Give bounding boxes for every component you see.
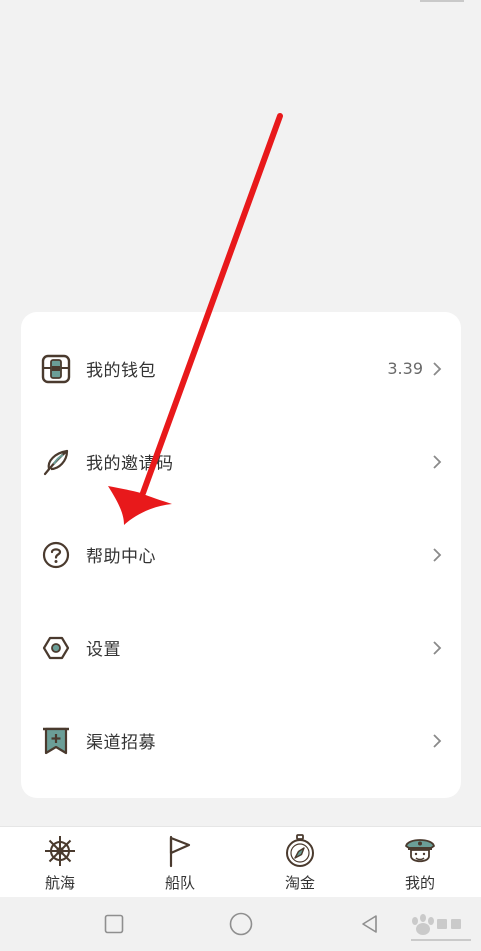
chevron-right-icon [433,640,442,655]
chevron-right-icon [433,361,442,376]
menu-item-label: 渠道招募 [86,733,156,753]
chevron-right-icon [433,733,442,748]
tab-sailing[interactable]: 航海 [0,827,120,897]
feather-icon [41,447,71,477]
tab-label: 我的 [404,874,435,892]
tab-mine[interactable]: 我的 [360,827,480,897]
settings-hexagon-icon [41,633,71,663]
menu-item-label: 设置 [86,640,121,660]
menu-card: 我的钱包 3.39 我的邀请码 帮助中心 设置 渠道招募 [21,312,461,798]
flag-icon [169,835,191,868]
bottom-tab-bar: 航海 船队 淘金 我的 [0,826,481,897]
compass-icon [286,834,314,867]
top-edge-fragment [420,0,464,2]
tab-label: 航海 [44,874,75,892]
tab-label: 淘金 [284,874,315,892]
menu-item-label: 帮助中心 [86,547,156,567]
bookmark-plus-icon [41,726,71,756]
ship-wheel-icon [45,836,75,866]
recents-square-icon[interactable] [104,914,124,934]
menu-item-channel-recruit[interactable]: 渠道招募 [21,694,461,787]
home-circle-icon[interactable] [229,912,253,936]
tab-label: 船队 [164,874,195,892]
tab-gold-rush[interactable]: 淘金 [240,827,360,897]
watermark-logo [411,914,471,941]
tab-fleet[interactable]: 船队 [120,827,240,897]
menu-item-label: 我的邀请码 [86,454,174,474]
menu-item-wallet[interactable]: 我的钱包 3.39 [21,322,461,415]
menu-item-label: 我的钱包 [86,361,156,381]
menu-item-invite-code[interactable]: 我的邀请码 [21,415,461,508]
menu-item-settings[interactable]: 设置 [21,601,461,694]
wallet-balance: 3.39 [387,359,423,378]
wallet-icon [41,354,71,384]
chevron-right-icon [433,454,442,469]
menu-item-help-center[interactable]: 帮助中心 [21,508,461,601]
help-circle-icon [41,540,71,570]
system-nav-bar [0,897,481,951]
captain-avatar-icon [405,839,435,863]
chevron-right-icon [433,547,442,562]
